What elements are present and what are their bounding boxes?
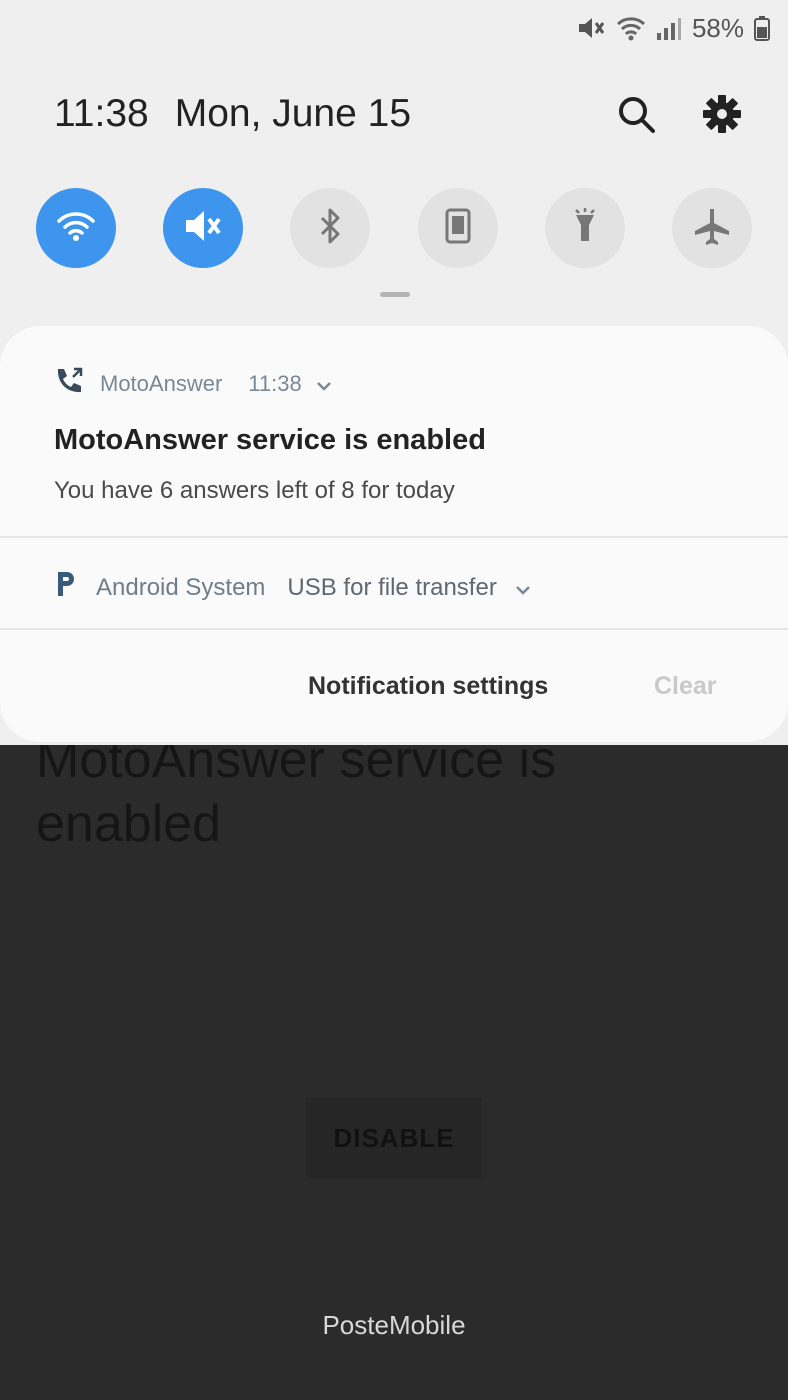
clock-time: 11:38	[54, 92, 149, 135]
background-app-title: MotoAnswer service is enabled	[36, 731, 557, 853]
notification-app-name: MotoAnswer	[100, 371, 223, 396]
status-bar: 58%	[576, 12, 770, 44]
chevron-down-icon[interactable]	[316, 371, 332, 397]
battery-percent: 58%	[691, 12, 744, 43]
mute-icon	[576, 15, 606, 41]
bluetooth-icon	[315, 207, 345, 250]
search-icon[interactable]	[614, 92, 658, 136]
notification-actions: Notification settings Clear	[0, 672, 788, 708]
notification-title: MotoAnswer service is enabled	[54, 424, 486, 456]
notification-card: MotoAnswer 11:38 MotoAnswer service is e…	[0, 326, 788, 742]
airplane-mode-tile[interactable]	[671, 188, 752, 268]
sound-mute-tile[interactable]	[163, 188, 244, 268]
notification-header: MotoAnswer 11:38	[54, 366, 754, 402]
wifi-icon	[616, 15, 646, 41]
airplane-icon	[693, 207, 731, 250]
divider	[0, 536, 788, 538]
notification-settings-button[interactable]: Notification settings	[308, 672, 548, 701]
screen-rotate-icon	[443, 207, 473, 250]
divider	[0, 628, 788, 630]
notification-motoanswer[interactable]: MotoAnswer 11:38 MotoAnswer service is e…	[54, 366, 754, 505]
auto-rotate-tile[interactable]	[417, 188, 498, 268]
shade-drag-handle[interactable]	[380, 292, 410, 297]
battery-icon	[754, 15, 770, 41]
header-actions	[614, 92, 744, 136]
carrier-label: PosteMobile	[322, 1310, 466, 1340]
bluetooth-tile[interactable]	[290, 188, 371, 268]
notification-text: USB for file transfer	[287, 573, 497, 601]
quick-settings-tiles	[36, 188, 752, 268]
flashlight-icon	[570, 207, 600, 250]
clock-row: 11:38 Mon, June 15	[54, 92, 411, 136]
flashlight-tile[interactable]	[544, 188, 625, 268]
usb-p-icon	[54, 570, 78, 605]
notification-text: You have 6 answers left of 8 for today	[54, 477, 455, 504]
chevron-down-icon[interactable]	[515, 574, 531, 602]
notification-app-name: Android System	[96, 573, 266, 601]
wifi-tile[interactable]	[36, 188, 116, 268]
settings-gear-icon[interactable]	[700, 92, 744, 136]
phone-call-icon	[54, 366, 86, 402]
clock-date[interactable]: Mon, June 15	[175, 92, 411, 136]
signal-icon	[656, 15, 682, 41]
notification-android-system[interactable]: Android System USB for file transfer	[54, 570, 531, 605]
mute-icon	[182, 208, 224, 249]
notification-time: 11:38	[248, 371, 302, 396]
clear-button[interactable]: Clear	[654, 672, 717, 701]
disable-button[interactable]: DISABLE	[306, 1098, 482, 1178]
wifi-icon	[56, 209, 96, 248]
